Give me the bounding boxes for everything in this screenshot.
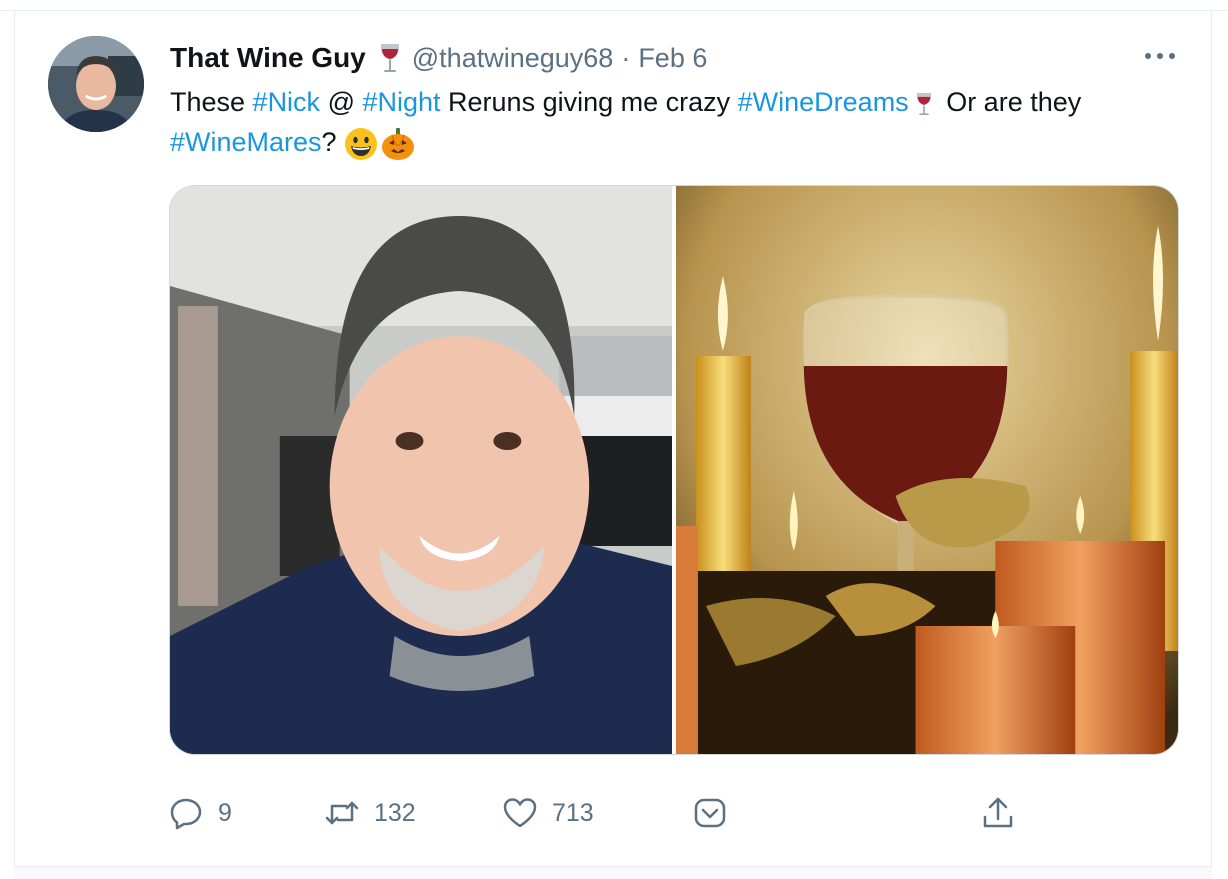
wine-glass-icon xyxy=(913,88,935,120)
author-handle[interactable]: @thatwineguy68 xyxy=(412,43,614,74)
text-segment: Or are they xyxy=(938,87,1082,117)
share-button[interactable] xyxy=(980,790,1016,836)
hashtag-nick[interactable]: #Nick xyxy=(253,87,321,117)
reply-count: 9 xyxy=(218,798,232,827)
selfie-photo[interactable] xyxy=(170,186,672,754)
reply-icon xyxy=(170,798,202,830)
retweet-button[interactable]: 132 xyxy=(324,790,416,836)
share-icon xyxy=(983,797,1013,828)
more-options-icon[interactable] xyxy=(1140,44,1180,68)
text-segment: These xyxy=(170,87,253,117)
wine-glass-icon xyxy=(376,40,404,76)
revue-button[interactable] xyxy=(692,790,728,836)
text-segment: Reruns giving me crazy xyxy=(440,87,738,117)
separator-dot: · xyxy=(621,42,631,73)
hashtag-winemares[interactable]: #WineMares xyxy=(170,127,322,157)
tweet-text: These #Nick @ #Night Reruns giving me cr… xyxy=(170,82,1170,162)
like-count: 713 xyxy=(552,798,594,827)
revue-icon xyxy=(694,798,726,828)
text-segment: ? xyxy=(321,127,345,157)
hashtag-night[interactable]: #Night xyxy=(362,87,440,117)
author-name[interactable]: That Wine Guy xyxy=(170,42,366,74)
heart-icon xyxy=(503,798,537,828)
wine-candles-photo[interactable] xyxy=(676,186,1178,754)
like-button[interactable]: 713 xyxy=(502,790,594,836)
hashtag-winedreams[interactable]: #WineDreams xyxy=(738,87,909,117)
author-avatar[interactable] xyxy=(48,36,144,132)
tweet-media xyxy=(169,185,1179,755)
reply-button[interactable]: 9 xyxy=(168,790,232,836)
text-segment: @ xyxy=(320,87,363,117)
grinning-face-icon xyxy=(344,127,378,161)
retweet-icon xyxy=(325,801,359,825)
tweet-actions: 9 132 713 xyxy=(168,790,1188,836)
jack-o-lantern-icon xyxy=(380,126,416,162)
tweet-date[interactable]: Feb 6 xyxy=(638,43,707,74)
tweet-header: That Wine Guy @thatwineguy68 · Feb 6 xyxy=(170,40,707,76)
retweet-count: 132 xyxy=(374,798,416,827)
